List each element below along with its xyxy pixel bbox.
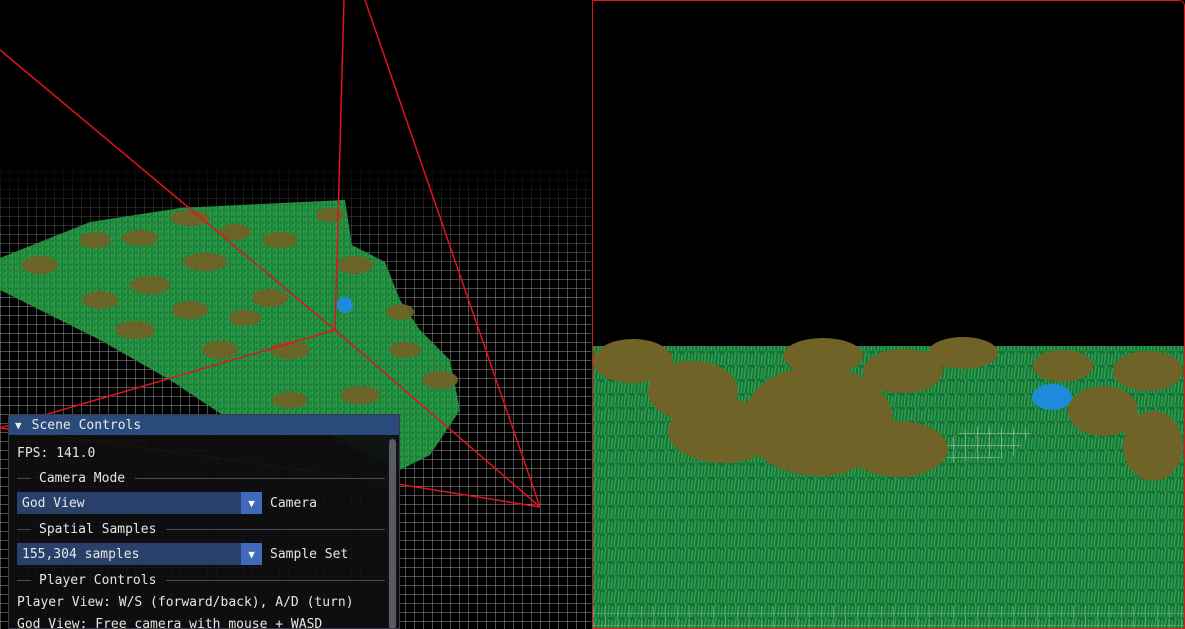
camera-mode-combo[interactable]: God View ▼ [17,492,262,514]
player-sphere [1032,384,1072,410]
scene-controls-header[interactable]: ▼ Scene Controls [9,415,399,435]
camera-mode-section-label: Camera Mode [39,470,126,486]
camera-mode-separator: Camera Mode [17,469,385,487]
sample-set-combo[interactable]: 155,304 samples ▼ [17,543,262,565]
fps-label: FPS: [17,446,49,461]
god-view-viewport[interactable]: ▼ Scene Controls FPS: 141.0 Camera Mode … [0,0,591,629]
panel-scrollbar-thumb[interactable] [389,439,396,628]
fps-value: 141.0 [56,446,96,461]
panel-scrollbar[interactable] [388,437,397,628]
fps-readout: FPS: 141.0 [17,445,385,463]
player-view-viewport[interactable] [592,0,1185,629]
player-view-scene [593,1,1184,628]
spatial-samples-section-label: Spatial Samples [39,521,157,537]
scene-controls-body: FPS: 141.0 Camera Mode God View ▼ Camera… [9,435,399,629]
player-controls-line-2: God View: Free camera with mouse + WASD [17,617,323,629]
sample-set-label: Sample Set [270,546,349,562]
camera-mode-label: Camera [270,495,317,511]
sample-set-row: 155,304 samples ▼ Sample Set [17,543,385,565]
sample-set-value: 155,304 samples [22,546,140,562]
triangle-down-icon[interactable]: ▼ [241,492,262,514]
camera-mode-row: God View ▼ Camera [17,492,385,514]
triangle-down-icon[interactable]: ▼ [241,543,262,565]
triangle-down-icon[interactable]: ▼ [15,419,22,432]
player-controls-line-1: Player View: W/S (forward/back), A/D (tu… [17,595,354,610]
spatial-samples-separator: Spatial Samples [17,520,385,538]
player-controls-separator: Player Controls [17,571,385,589]
scene-controls-panel[interactable]: ▼ Scene Controls FPS: 141.0 Camera Mode … [8,414,400,629]
player-sphere [337,297,353,313]
camera-mode-value: God View [22,495,85,511]
player-controls-section-label: Player Controls [39,572,157,588]
scene-controls-title: Scene Controls [31,417,142,433]
